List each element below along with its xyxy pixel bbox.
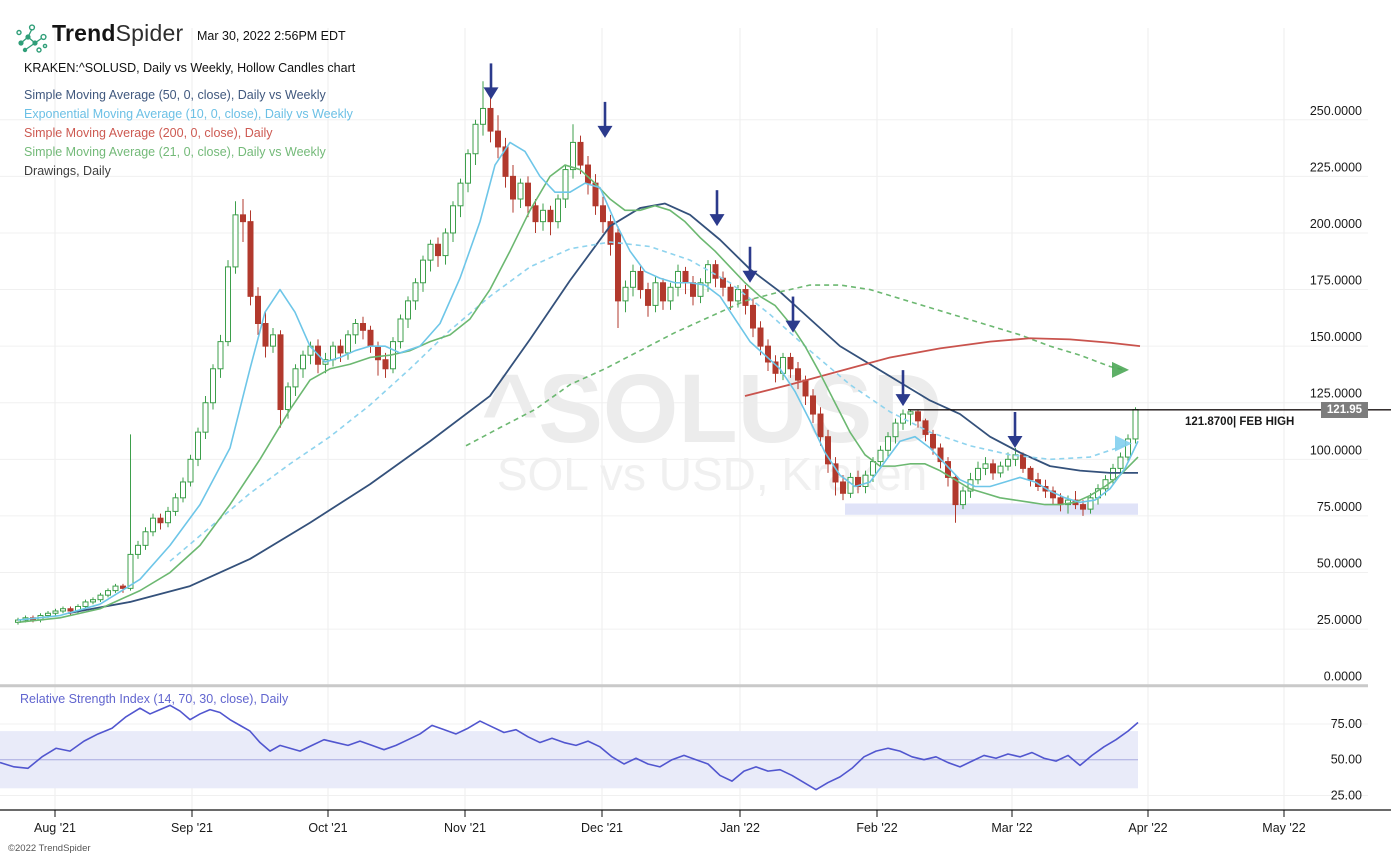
- svg-text:250.0000: 250.0000: [1310, 104, 1362, 118]
- svg-text:200.0000: 200.0000: [1310, 217, 1362, 231]
- svg-text:SOL vs USD, Kraken: SOL vs USD, Kraken: [497, 448, 927, 500]
- svg-text:0.0000: 0.0000: [1324, 670, 1362, 684]
- svg-text:175.0000: 175.0000: [1310, 274, 1362, 288]
- feb-high-annotation-label[interactable]: 121.8700| FEB HIGH: [1185, 416, 1301, 428]
- svg-text:Sep '21: Sep '21: [171, 821, 213, 835]
- trendspider-logo-icon: [12, 17, 50, 60]
- brand-trend: Trend: [52, 20, 116, 46]
- svg-text:225.0000: 225.0000: [1310, 160, 1362, 174]
- brand-wordmark[interactable]: TrendSpider: [52, 20, 183, 47]
- svg-text:Jan '22: Jan '22: [720, 821, 760, 835]
- svg-text:Oct '21: Oct '21: [308, 821, 347, 835]
- trendspider-chart-window: ^SOLUSD SOL vs USD, Kraken 250.0000 225.000…: [0, 0, 1391, 859]
- svg-text:Nov '21: Nov '21: [444, 821, 486, 835]
- chart-timestamp: Mar 30, 2022 2:56PM EDT: [197, 29, 346, 43]
- svg-text:125.0000: 125.0000: [1310, 387, 1362, 401]
- legend-item-0[interactable]: Simple Moving Average (50, 0, close), Da…: [24, 86, 353, 105]
- svg-text:75.00: 75.00: [1331, 717, 1362, 731]
- svg-text:Mar '22: Mar '22: [991, 821, 1032, 835]
- svg-text:75.0000: 75.0000: [1317, 500, 1362, 514]
- svg-text:150.0000: 150.0000: [1310, 330, 1362, 344]
- chart-title[interactable]: KRAKEN:^SOLUSD, Daily vs Weekly, Hollow …: [24, 61, 355, 75]
- trend-arrow-0: [1112, 361, 1129, 378]
- rsi-legend-label[interactable]: Relative Strength Index (14, 70, 30, clo…: [20, 692, 288, 706]
- svg-text:25.00: 25.00: [1331, 788, 1362, 802]
- copyright-text: ©2022 TrendSpider: [8, 843, 91, 854]
- svg-text:Dec '21: Dec '21: [581, 821, 623, 835]
- indicator-legend: Simple Moving Average (50, 0, close), Da…: [24, 86, 353, 181]
- svg-text:Apr '22: Apr '22: [1128, 821, 1167, 835]
- last-price-badge: 121.95: [1321, 401, 1368, 418]
- legend-item-3[interactable]: Simple Moving Average (21, 0, close), Da…: [24, 143, 353, 162]
- svg-text:100.0000: 100.0000: [1310, 443, 1362, 457]
- svg-text:Aug '21: Aug '21: [34, 821, 76, 835]
- svg-text:50.0000: 50.0000: [1317, 557, 1362, 571]
- svg-text:25.0000: 25.0000: [1317, 613, 1362, 627]
- brand-spider: Spider: [115, 20, 184, 46]
- svg-text:May '22: May '22: [1262, 821, 1305, 835]
- support-zone: [845, 503, 1138, 515]
- svg-text:^SOLUSD: ^SOLUSD: [482, 354, 943, 463]
- legend-item-4[interactable]: Drawings, Daily: [24, 162, 353, 181]
- svg-text:50.00: 50.00: [1331, 753, 1362, 767]
- legend-item-2[interactable]: Simple Moving Average (200, 0, close), D…: [24, 124, 353, 143]
- legend-item-1[interactable]: Exponential Moving Average (10, 0, close…: [24, 105, 353, 124]
- svg-text:Feb '22: Feb '22: [856, 821, 897, 835]
